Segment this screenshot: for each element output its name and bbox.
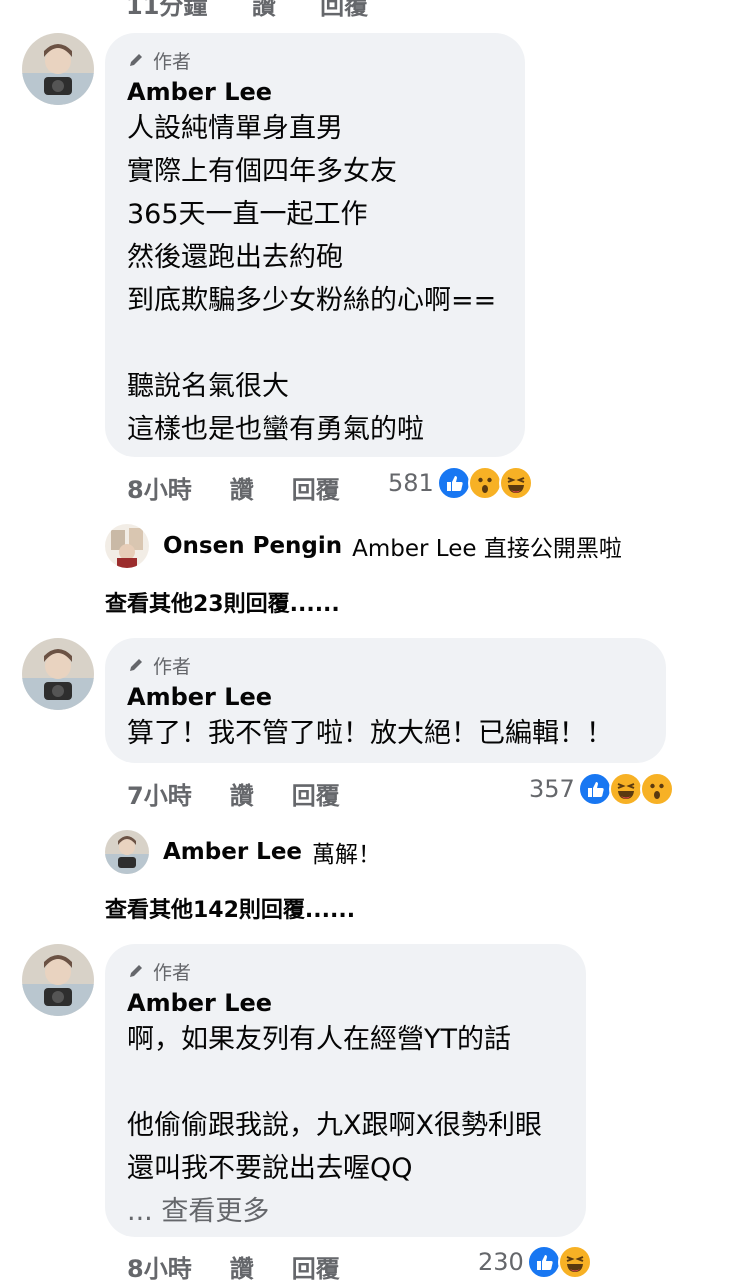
wow-icon <box>467 466 502 500</box>
comment-author[interactable]: Amber Lee <box>127 682 644 712</box>
like-link[interactable]: 讚 <box>230 1249 254 1284</box>
comment-bubble: 作者 Amber Lee 啊，如果友列有人在經營YT的話 他偷偷跟我說，九X跟啊… <box>105 944 586 1237</box>
reply-text: 萬解！ <box>312 842 382 868</box>
avatar[interactable] <box>105 830 149 874</box>
comment-author[interactable]: Amber Lee <box>127 77 503 107</box>
reaction-summary[interactable]: 581 <box>388 466 533 500</box>
comment-text: 啊，如果友列有人在經營YT的話 他偷偷跟我說，九X跟啊X很勢利眼 還叫我不要說出… <box>127 1024 542 1184</box>
pencil-icon <box>130 54 142 66</box>
reply-link[interactable]: 回覆 <box>292 1249 340 1284</box>
author-badge-label: 作者 <box>153 50 192 73</box>
pencil-icon <box>130 965 142 977</box>
comment-time[interactable]: 7小時 <box>127 776 192 811</box>
like-link[interactable]: 讚 <box>230 776 254 811</box>
reply-preview[interactable]: Onsen Pengin Amber Lee 直接公開黑啦 <box>105 524 622 568</box>
avatar[interactable] <box>22 944 94 1016</box>
author-badge: 作者 <box>127 652 644 678</box>
reaction-count: 357 <box>529 775 575 803</box>
like-link[interactable]: 讚 <box>252 0 276 20</box>
reply-link[interactable]: 回覆 <box>292 470 340 505</box>
comment-actions: 8小時 讚 回覆 <box>127 470 340 505</box>
comment-text: 算了！我不管了啦！放大絕！已編輯！！ <box>127 718 613 749</box>
comment-text: 人設純情單身直男 實際上有個四年多女友 365天一直一起工作 然後還跑出去約砲 … <box>127 113 497 445</box>
comment-actions: 7小時 讚 回覆 <box>127 776 340 811</box>
like-icon <box>526 1245 561 1279</box>
comment-author[interactable]: Amber Lee <box>127 988 564 1018</box>
view-more-replies-link[interactable]: 查看其他23則回覆...... <box>105 586 340 618</box>
avatar[interactable] <box>105 524 149 568</box>
previous-comment-actions: 11分鐘 讚 回覆 <box>126 0 404 21</box>
view-more-replies-link[interactable]: 查看其他142則回覆...... <box>105 892 355 924</box>
haha-icon <box>498 466 533 500</box>
comment-actions: 8小時 讚 回覆 <box>127 1249 340 1284</box>
comment-time: 11分鐘 <box>126 0 208 20</box>
pencil-icon <box>130 659 142 671</box>
reply-link[interactable]: 回覆 <box>292 776 340 811</box>
comment-bubble: 作者 Amber Lee 算了！我不管了啦！放大絕！已編輯！！ <box>105 638 666 763</box>
reaction-count: 581 <box>388 469 434 497</box>
reaction-summary[interactable]: 230 <box>478 1245 592 1279</box>
comment-time[interactable]: 8小時 <box>127 1249 192 1284</box>
reply-preview[interactable]: Amber Lee 萬解！ <box>105 830 381 874</box>
wow-icon <box>639 772 674 806</box>
reply-link[interactable]: 回覆 <box>320 0 368 20</box>
author-badge-label: 作者 <box>153 961 192 984</box>
like-link[interactable]: 讚 <box>230 470 254 505</box>
reply-text: Amber Lee 直接公開黑啦 <box>352 536 622 562</box>
avatar[interactable] <box>22 638 94 710</box>
see-more-link[interactable]: ... 查看更多 <box>127 1190 564 1233</box>
comment-time[interactable]: 8小時 <box>127 470 192 505</box>
reply-author[interactable]: Onsen Pengin <box>163 533 342 559</box>
author-badge: 作者 <box>127 47 503 73</box>
haha-icon <box>608 772 643 806</box>
like-icon <box>436 466 471 500</box>
reaction-count: 230 <box>478 1248 524 1276</box>
author-badge: 作者 <box>127 958 564 984</box>
reply-author[interactable]: Amber Lee <box>163 839 302 865</box>
author-badge-label: 作者 <box>153 655 192 678</box>
avatar[interactable] <box>22 33 94 105</box>
comment-bubble: 作者 Amber Lee 人設純情單身直男 實際上有個四年多女友 365天一直一… <box>105 33 525 457</box>
haha-icon <box>557 1245 592 1279</box>
like-icon <box>577 772 612 806</box>
reaction-summary[interactable]: 357 <box>529 772 674 806</box>
